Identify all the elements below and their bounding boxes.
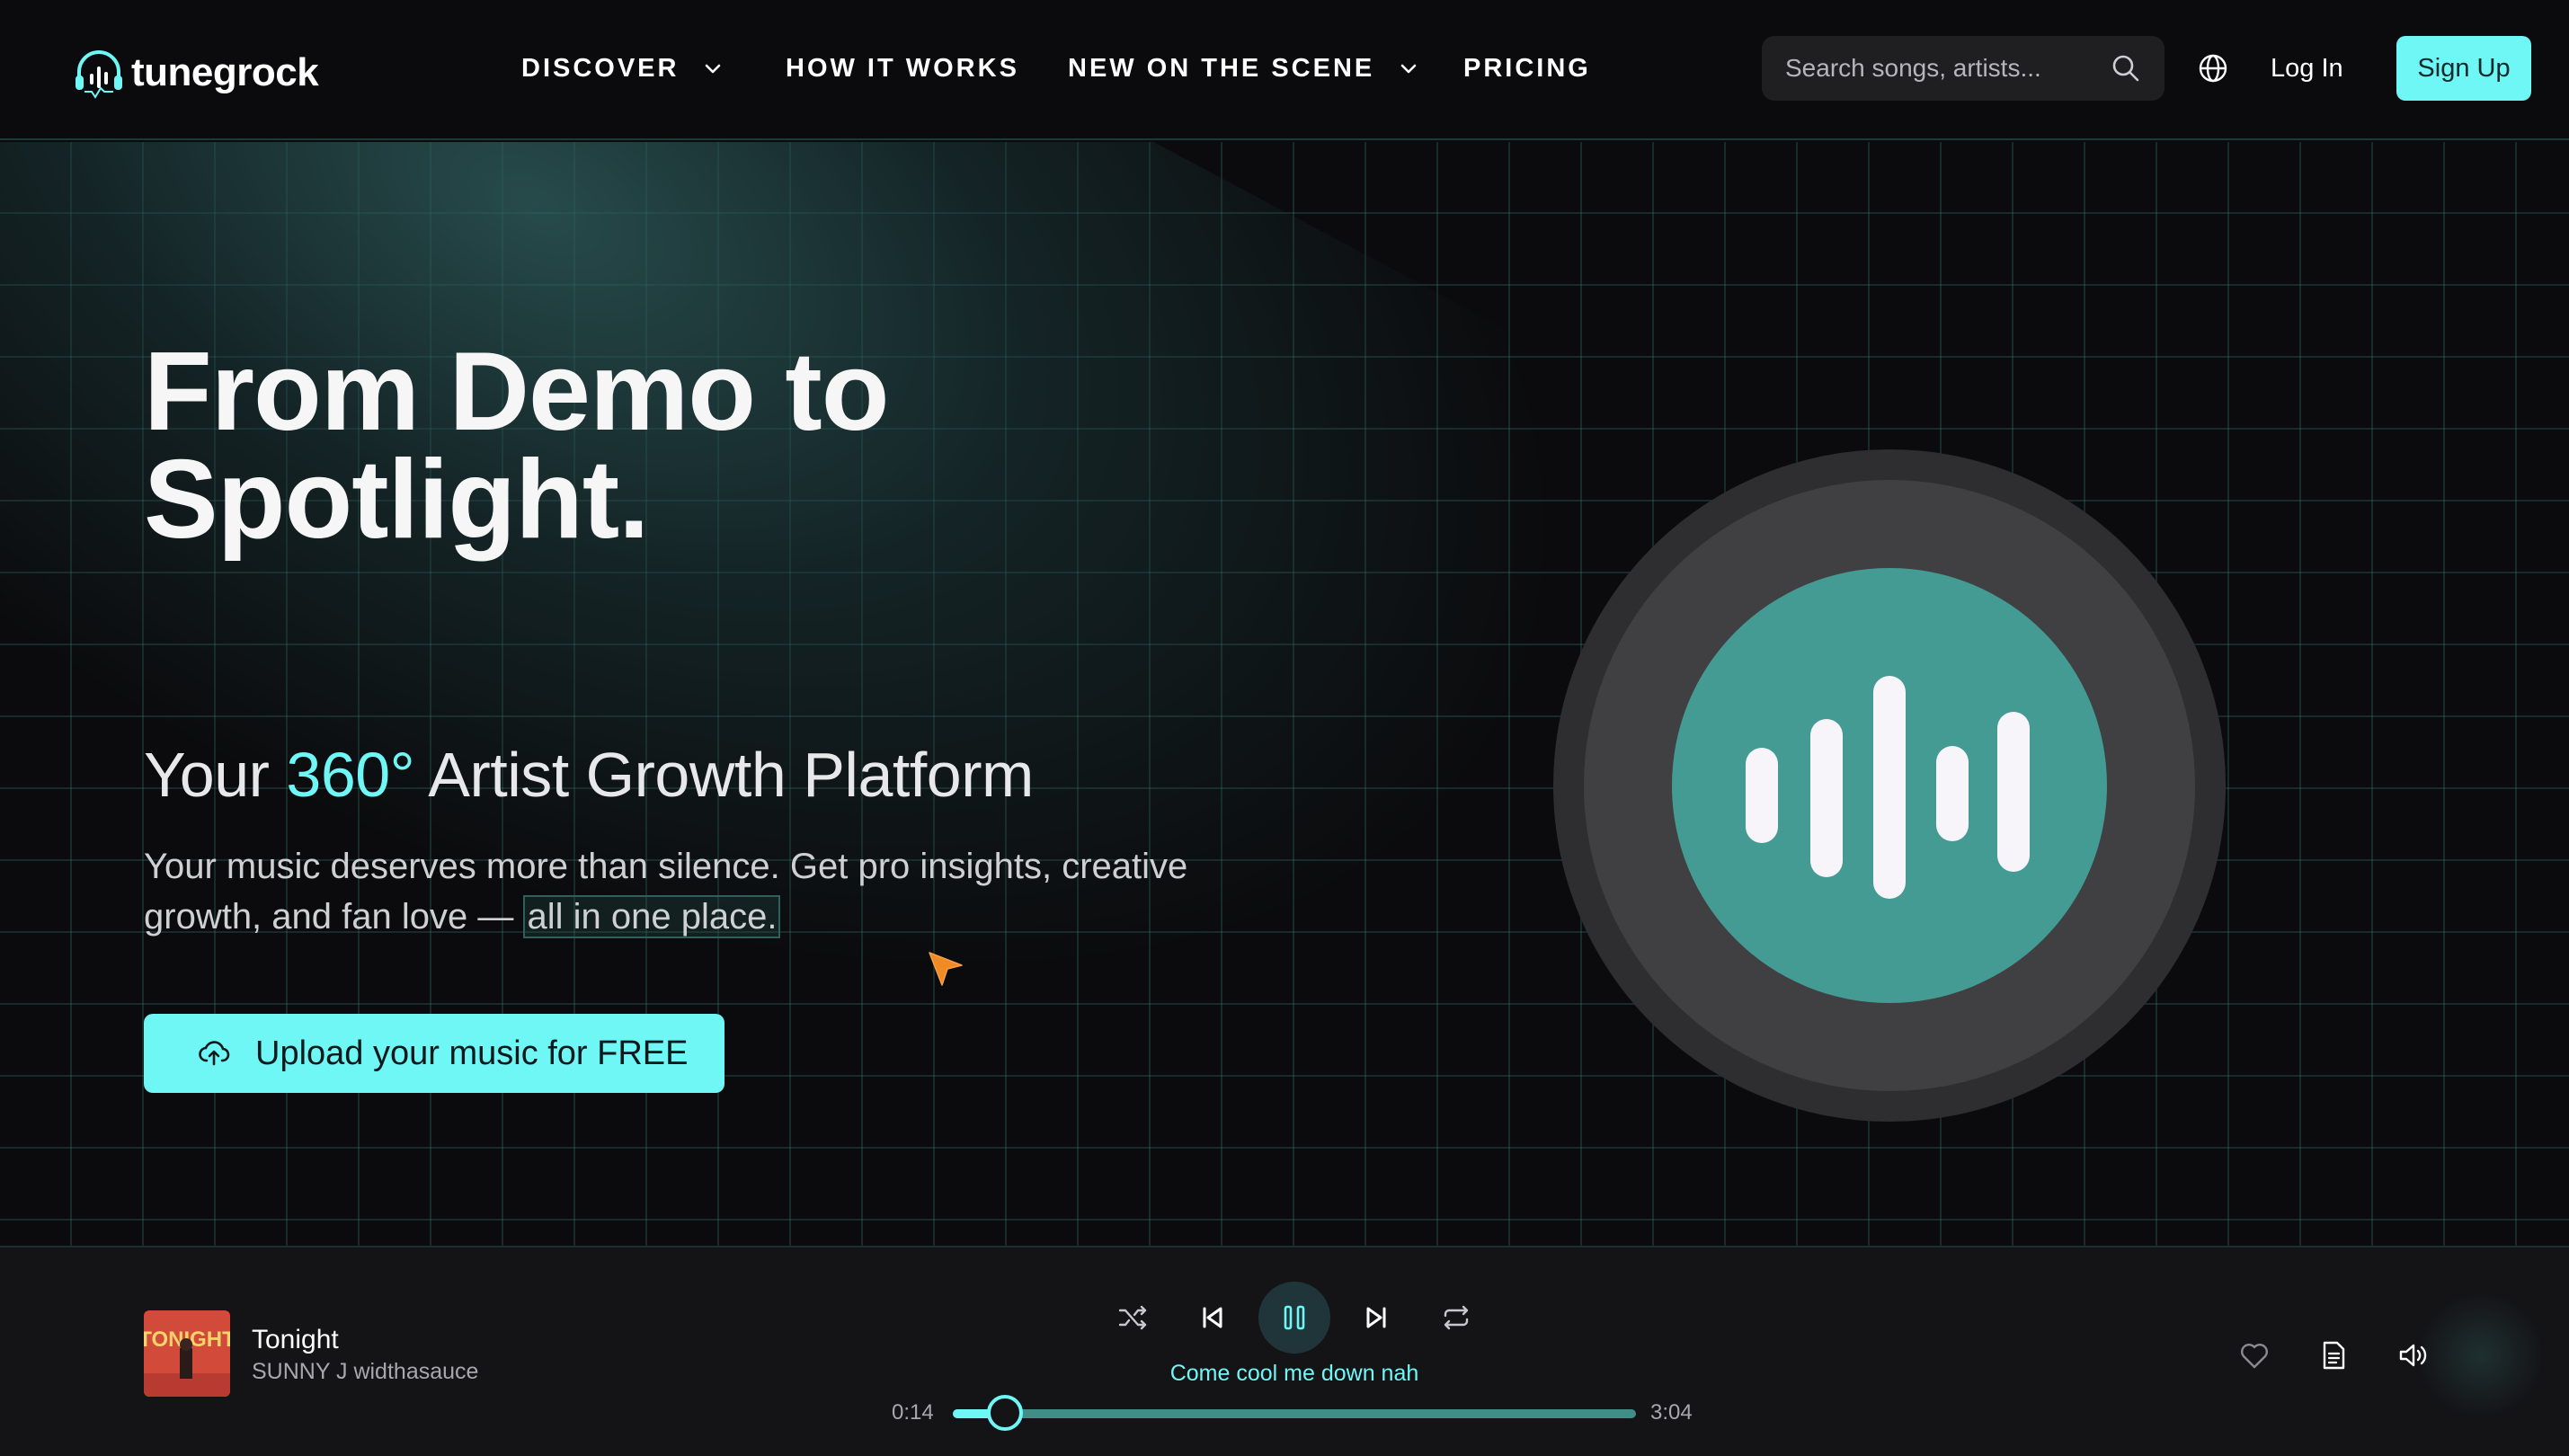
current-time: 0:14 xyxy=(892,1400,934,1425)
hero-subtitle-post: Artist Growth Platform xyxy=(414,740,1034,810)
like-button[interactable] xyxy=(2236,1337,2272,1373)
hero-title: From Demo to Spotlight. xyxy=(144,330,889,562)
top-nav-bar: tunegrock DISCOVER HOW IT WORKS NEW ON T… xyxy=(0,0,2569,140)
nav-new-on-the-scene-label: NEW ON THE SCENE xyxy=(1068,53,1375,83)
skip-next-icon xyxy=(1366,1307,1386,1328)
album-cover[interactable]: TONIGHT xyxy=(144,1310,230,1397)
search-box xyxy=(1762,36,2165,101)
search-icon[interactable] xyxy=(2111,53,2141,84)
nav-how-it-works[interactable]: HOW IT WORKS xyxy=(786,50,1019,86)
chevron-down-icon xyxy=(706,64,721,74)
nav-pricing[interactable]: PRICING xyxy=(1463,50,1591,86)
nav-discover[interactable]: DISCOVER xyxy=(521,50,724,86)
skip-previous-icon xyxy=(1203,1307,1222,1328)
next-track-button[interactable] xyxy=(1357,1298,1397,1337)
headphones-waveform-icon xyxy=(76,50,122,99)
music-player-bar: TONIGHT Tonight SUNNY J widthasauce Come… xyxy=(0,1246,2569,1456)
repeat-icon xyxy=(1444,1305,1469,1330)
log-in-link[interactable]: Log In xyxy=(2271,47,2343,90)
lyrics-button[interactable] xyxy=(2316,1337,2351,1373)
heart-icon xyxy=(2241,1344,2268,1369)
previous-track-button[interactable] xyxy=(1192,1298,1231,1337)
nav-pricing-label: PRICING xyxy=(1463,53,1591,83)
track-artist[interactable]: SUNNY J widthasauce xyxy=(252,1359,478,1385)
corner-glow xyxy=(2418,1292,2544,1418)
chevron-down-icon xyxy=(1400,64,1417,74)
progress-handle[interactable] xyxy=(986,1395,1023,1431)
hero-subtitle: Your 360° Artist Growth Platform xyxy=(144,739,1034,811)
current-lyric: Come cool me down nah xyxy=(1169,1361,1419,1386)
pause-icon xyxy=(1284,1305,1305,1330)
shuffle-icon xyxy=(1118,1305,1147,1330)
repeat-button[interactable] xyxy=(1436,1298,1476,1337)
hero-subtitle-accent: 360° xyxy=(286,740,415,810)
document-icon xyxy=(2323,1341,2345,1370)
progress-bar[interactable] xyxy=(953,1395,1636,1431)
sign-up-button[interactable]: Sign Up xyxy=(2396,36,2531,101)
upload-music-button[interactable]: Upload your music for FREE xyxy=(144,1014,724,1093)
upload-music-label: Upload your music for FREE xyxy=(255,1034,689,1072)
hero-description: Your music deserves more than silence. G… xyxy=(144,841,1204,942)
play-pause-button[interactable] xyxy=(1258,1282,1330,1354)
nav-discover-label: DISCOVER xyxy=(521,53,680,83)
audio-disc-graphic xyxy=(1553,449,2226,1122)
nav-how-it-works-label: HOW IT WORKS xyxy=(786,53,1019,83)
cloud-upload-icon xyxy=(199,1041,230,1066)
shuffle-button[interactable] xyxy=(1113,1298,1152,1337)
hero-description-highlight: all in one place. xyxy=(523,895,781,938)
total-time: 3:04 xyxy=(1650,1400,1693,1425)
search-input[interactable] xyxy=(1785,54,2111,83)
globe-icon[interactable] xyxy=(2197,52,2229,84)
track-title[interactable]: Tonight xyxy=(252,1325,339,1355)
mouse-cursor-icon xyxy=(929,952,963,986)
logo[interactable]: tunegrock xyxy=(74,47,319,99)
logo-text: tunegrock xyxy=(131,50,319,94)
hero-subtitle-pre: Your xyxy=(144,740,287,810)
nav-new-on-the-scene[interactable]: NEW ON THE SCENE xyxy=(1068,50,1419,86)
